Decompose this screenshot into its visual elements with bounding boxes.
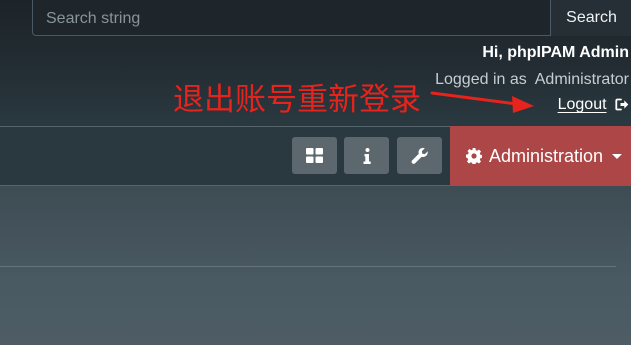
main-content xyxy=(0,186,631,345)
info-button[interactable] xyxy=(344,137,389,174)
logout-link[interactable]: Logout xyxy=(558,96,629,114)
divider xyxy=(0,266,616,267)
logged-in-label: Logged in as xyxy=(435,71,527,88)
caret-down-icon xyxy=(612,153,623,159)
search-form: Search xyxy=(32,0,631,36)
wrench-icon xyxy=(411,147,428,164)
search-input[interactable] xyxy=(33,0,550,35)
top-header: Search Hi, phpIPAM Admin Logged in as Adm… xyxy=(0,0,631,126)
search-button[interactable]: Search xyxy=(550,0,631,36)
gear-icon xyxy=(466,148,482,164)
dashboard-grid-icon xyxy=(306,148,323,163)
dashboard-button[interactable] xyxy=(292,137,337,174)
user-greeting: Hi, phpIPAM Admin xyxy=(482,44,629,61)
tools-button[interactable] xyxy=(397,137,442,174)
administration-label: Administration xyxy=(489,145,604,166)
logged-in-status: Logged in as Administrator xyxy=(435,71,629,89)
info-icon xyxy=(363,147,371,164)
administration-menu[interactable]: Administration xyxy=(450,126,631,186)
logout-label: Logout xyxy=(557,96,607,113)
sign-out-icon xyxy=(615,98,629,111)
user-role: Administrator xyxy=(534,71,629,88)
main-navbar: Administration xyxy=(0,126,631,186)
annotation-note: 退出账号重新登录 xyxy=(173,82,421,118)
